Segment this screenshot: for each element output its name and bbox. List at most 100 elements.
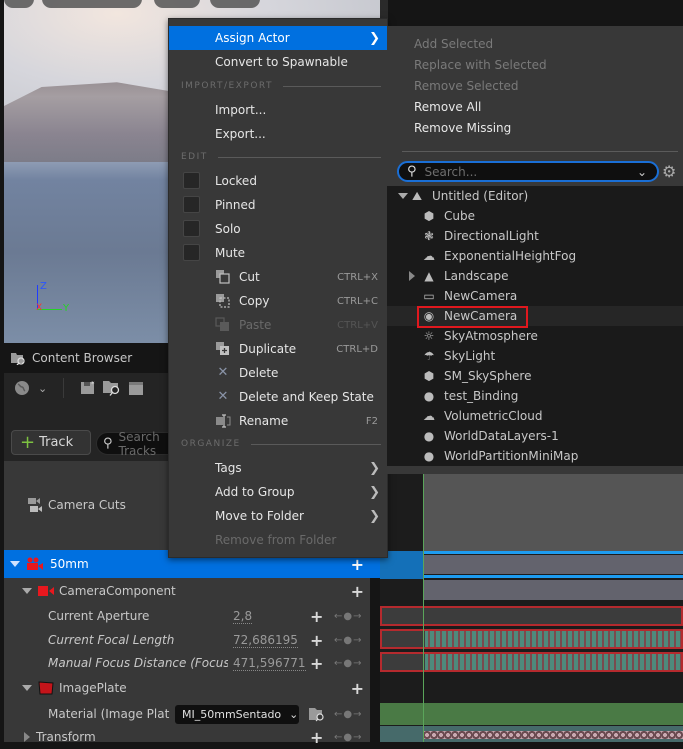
submenu-item-add-selected[interactable]: Add Selected [414,37,493,51]
section-edit: EDIT [181,150,381,164]
expand-icon[interactable] [22,685,32,691]
actor-list-item[interactable]: ❃ DirectionalLight [387,226,683,246]
actor-list-item[interactable]: ☂ SkyLight [387,346,683,366]
menu-item-copy[interactable]: Copy CTRL+C [169,289,388,313]
material-lane[interactable] [380,703,683,725]
solo-checkbox[interactable] [183,220,200,237]
actor-list-item[interactable]: ☼ SkyAtmosphere [387,326,683,346]
key-nav-icons[interactable]: ←●→ [334,709,362,720]
menu-item-delete-keep-state[interactable]: ✕ Delete and Keep State [169,385,388,409]
mute-checkbox[interactable] [183,244,200,261]
playhead-line[interactable] [423,474,424,742]
add-key-icon[interactable]: + [310,631,323,650]
transform-lane[interactable] [380,726,683,742]
actor-list-item[interactable]: ▭ NewCamera [387,286,683,306]
perspective-button[interactable] [42,0,142,8]
menu-item-import[interactable]: Import... [169,98,388,122]
menu-item-locked[interactable]: Locked [169,169,388,193]
key-nav-icons[interactable]: ←●→ [334,635,362,646]
actor-list-item[interactable]: ● WorldDataLayers-1 [387,426,683,446]
render-movie-icon[interactable] [128,380,144,396]
browse-asset-icon[interactable] [308,706,326,722]
property-row-current-aperture[interactable]: Current Aperture 2,8 + ←●→ [4,604,380,628]
property-row-current-focal-length[interactable]: Current Focal Length 72,686195 + ←●→ [4,628,380,652]
gear-icon[interactable]: ⚙ [662,162,676,181]
add-key-icon[interactable]: + [310,607,323,626]
submenu-item-remove-missing[interactable]: Remove Missing [414,121,511,135]
actor-list-item[interactable]: ▲ Landscape [387,266,683,286]
transform-row[interactable]: Transform + ←●→ [4,725,380,749]
expand-icon[interactable] [24,732,30,742]
actor-list-item[interactable]: ☁ ExponentialHeightFog [387,246,683,266]
focal-length-curve-lane[interactable] [380,629,683,649]
material-dropdown[interactable]: MI_50mmSentado ⌄ [175,705,299,724]
world-icon[interactable] [14,380,30,396]
lit-button[interactable] [154,0,200,8]
submenu-item-remove-selected[interactable]: Remove Selected [414,79,519,93]
submenu-item-replace-with-selected[interactable]: Replace with Selected [414,58,547,72]
show-button[interactable] [210,0,260,8]
actor-search-input[interactable]: ⚲ Search... ⌄ [397,161,659,182]
actor-list-item[interactable]: ☁ VolumetricCloud [387,406,683,426]
focus-distance-curve-lane[interactable] [380,652,683,672]
camera-cuts-lane[interactable] [423,474,683,551]
menu-item-export[interactable]: Export... [169,122,388,146]
menu-item-duplicate[interactable]: Duplicate CTRL+D [169,337,388,361]
expand-icon[interactable] [398,193,408,199]
rename-icon [216,414,231,428]
save-icon[interactable]: * [80,380,96,396]
cine-camera-icon: ▭ [423,289,435,303]
add-track-button[interactable]: + Track [11,430,91,455]
menu-item-rename[interactable]: Rename F2 [169,409,388,433]
menu-item-cut[interactable]: Cut CTRL+X [169,265,388,289]
menu-item-move-to-folder[interactable]: Move to Folder ❯ [169,504,388,528]
menu-item-add-to-group[interactable]: Add to Group ❯ [169,480,388,504]
add-plus-icon[interactable]: + [351,582,364,601]
transform-keys[interactable] [423,731,683,739]
menu-item-mute[interactable]: Mute [169,241,388,265]
actor-name: test_Binding [444,389,519,403]
browse-asset-icon[interactable] [102,379,122,397]
camera-component-row[interactable]: CameraComponent + [4,579,380,603]
chevron-down-icon[interactable]: ⌄ [38,382,47,395]
key-nav-icons[interactable]: ←●→ [334,611,362,622]
submenu-item-remove-all[interactable]: Remove All [414,100,481,114]
actor-list-item[interactable]: ● test_Binding [387,386,683,406]
locked-checkbox[interactable] [183,172,200,189]
property-value[interactable]: 471,596771 [233,656,306,671]
key-nav-icons[interactable]: ←●→ [334,732,362,743]
expand-icon[interactable] [22,588,32,594]
chevron-down-icon[interactable]: ⌄ [637,165,647,179]
menu-label: Solo [215,222,241,236]
menu-item-tags[interactable]: Tags ❯ [169,456,388,480]
menu-item-delete[interactable]: ✕ Delete [169,361,388,385]
image-plate-row[interactable]: ImagePlate + [4,676,380,700]
actor-list-item[interactable]: ● WorldPartitionMiniMap [387,446,683,466]
actor-list-item[interactable]: ⬢ Cube [387,206,683,226]
directional-light-icon: ❃ [423,229,435,243]
property-value[interactable]: 72,686195 [233,633,298,648]
actor-list-item[interactable]: ⬢ SM_SkySphere [387,366,683,386]
menu-item-remove-from-folder[interactable]: Remove from Folder [169,528,388,552]
toolbar-divider [63,378,65,398]
menu-item-convert-spawnable[interactable]: Convert to Spawnable [169,50,388,74]
menu-item-pinned[interactable]: Pinned [169,193,388,217]
aperture-curve-lane[interactable] [380,606,683,626]
menu-item-solo[interactable]: Solo [169,217,388,241]
menu-item-paste[interactable]: Paste CTRL+V [169,313,388,337]
sequencer-timeline[interactable] [380,474,683,742]
property-row-material[interactable]: Material (Image Plates MI_50mmSentado ⌄ … [4,702,380,726]
camera-component-section[interactable] [423,580,683,600]
property-value[interactable]: 2,8 [233,609,253,624]
actor-list-item[interactable]: ⛰ Untitled (Editor) [387,186,683,206]
expand-icon[interactable] [409,271,415,281]
key-nav-icons[interactable]: ←●→ [334,658,362,669]
binding-section[interactable] [423,555,683,574]
property-row-manual-focus-distance[interactable]: Manual Focus Distance (Focus 471,596771 … [4,651,380,675]
expand-icon[interactable] [10,561,20,567]
menu-item-assign-actor[interactable]: Assign Actor ❯ [169,26,388,50]
add-key-icon[interactable]: + [310,654,323,673]
add-plus-icon[interactable]: + [351,679,364,698]
add-key-icon[interactable]: + [310,728,323,747]
pinned-checkbox[interactable] [183,196,200,213]
